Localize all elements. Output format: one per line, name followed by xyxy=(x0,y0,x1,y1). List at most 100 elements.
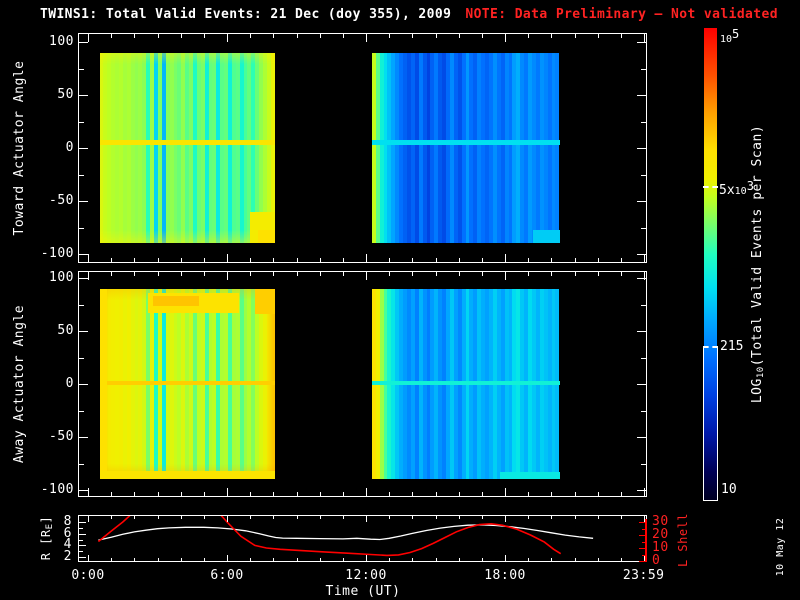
axis-tick xyxy=(389,272,391,276)
colorbar-lower-frame xyxy=(703,346,718,501)
axis-tick xyxy=(620,516,622,519)
axis-tick xyxy=(319,258,321,262)
ytick-label-toward: 100 xyxy=(49,34,74,49)
axis-tick xyxy=(250,272,252,276)
axis-tick xyxy=(134,516,136,519)
ytick-label-away: 100 xyxy=(49,270,74,285)
axis-tick xyxy=(157,516,159,519)
axis-tick xyxy=(458,34,460,38)
colorbar-label-mid-base: 10 xyxy=(734,186,747,197)
axis-tick xyxy=(412,258,414,262)
ytick-label-away: 0 xyxy=(65,376,74,391)
axis-tick xyxy=(389,258,391,262)
axis-tick xyxy=(643,272,645,280)
axis-tick xyxy=(342,492,344,496)
axis-tick xyxy=(134,258,136,262)
axis-tick xyxy=(637,201,646,202)
axis-tick xyxy=(157,272,159,276)
datestamp: 10 May 12 xyxy=(775,517,786,577)
axis-tick xyxy=(79,68,84,70)
orbit-strip-frame xyxy=(78,515,647,562)
colorbar-title-suffix: (Total Valid Events per Scan) xyxy=(750,124,765,367)
axis-tick xyxy=(574,558,576,561)
axis-tick xyxy=(79,410,84,412)
axis-tick xyxy=(111,272,113,276)
colorbar-title-sub: 10 xyxy=(756,366,766,379)
ytick-label-toward: 0 xyxy=(65,140,74,155)
axis-tick xyxy=(157,558,159,561)
axis-tick xyxy=(641,410,646,412)
axis-tick xyxy=(296,516,298,519)
axis-tick xyxy=(551,516,553,519)
axis-tick xyxy=(227,516,229,522)
axis-tick xyxy=(250,492,252,496)
axis-tick xyxy=(180,258,182,262)
axis-tick xyxy=(505,34,507,42)
axis-tick xyxy=(79,490,88,491)
axis-tick xyxy=(505,516,507,522)
axis-tick xyxy=(412,34,414,38)
axis-tick xyxy=(88,555,89,561)
axis-tick xyxy=(319,272,321,276)
axis-tick xyxy=(637,437,646,438)
axis-tick xyxy=(481,558,483,561)
axis-tick xyxy=(481,34,483,38)
axis-tick xyxy=(250,558,252,561)
axis-tick xyxy=(88,254,89,262)
axis-tick xyxy=(620,492,622,496)
axis-tick xyxy=(273,258,275,262)
axis-tick xyxy=(637,384,646,385)
ytick-label-toward: 50 xyxy=(57,87,74,102)
axis-tick xyxy=(79,148,88,149)
axis-tick xyxy=(296,34,298,38)
axis-tick xyxy=(389,516,391,519)
axis-tick xyxy=(273,272,275,276)
axis-tick xyxy=(620,272,622,276)
axis-tick xyxy=(79,254,88,255)
axis-tick xyxy=(180,516,182,519)
axis-tick xyxy=(435,492,437,496)
axis-tick xyxy=(528,558,530,561)
axis-tick xyxy=(134,558,136,561)
axis-tick xyxy=(643,34,645,42)
ytick-label-away: -50 xyxy=(49,429,74,444)
axis-tick xyxy=(641,304,646,306)
axis-tick xyxy=(641,68,646,70)
axis-tick xyxy=(111,34,113,38)
axis-tick xyxy=(574,258,576,262)
axis-tick xyxy=(435,34,437,38)
axis-tick xyxy=(203,272,205,276)
axis-tick xyxy=(157,34,159,38)
axis-tick xyxy=(597,516,599,519)
axis-tick xyxy=(180,558,182,561)
axis-tick xyxy=(273,492,275,496)
axis-tick xyxy=(435,516,437,519)
axis-tick xyxy=(88,34,89,42)
axis-tick xyxy=(203,558,205,561)
colorbar-label-mid: 5x103 xyxy=(719,179,754,198)
axis-tick xyxy=(203,492,205,496)
axis-tick xyxy=(134,272,136,276)
axis-tick xyxy=(458,258,460,262)
title-main: TWINS1: Total Valid Events: 21 Dec (doy … xyxy=(40,7,452,22)
axis-tick xyxy=(481,516,483,519)
axis-tick xyxy=(528,34,530,38)
axis-tick xyxy=(481,272,483,276)
axis-tick xyxy=(79,174,84,176)
axis-tick xyxy=(637,42,646,43)
axis-tick xyxy=(574,492,576,496)
axis-tick xyxy=(551,272,553,276)
axis-tick xyxy=(481,258,483,262)
axis-tick xyxy=(412,272,414,276)
axis-tick xyxy=(412,516,414,519)
axis-tick xyxy=(319,516,321,519)
time-axis-title: Time (UT) xyxy=(325,584,401,599)
axis-tick xyxy=(412,558,414,561)
axis-tick xyxy=(435,558,437,561)
r-tick-label: 2 xyxy=(63,549,72,564)
axis-tick xyxy=(342,34,344,38)
axis-tick xyxy=(180,492,182,496)
axis-tick xyxy=(366,516,368,522)
axis-tick xyxy=(79,533,86,535)
axis-tick xyxy=(319,34,321,38)
